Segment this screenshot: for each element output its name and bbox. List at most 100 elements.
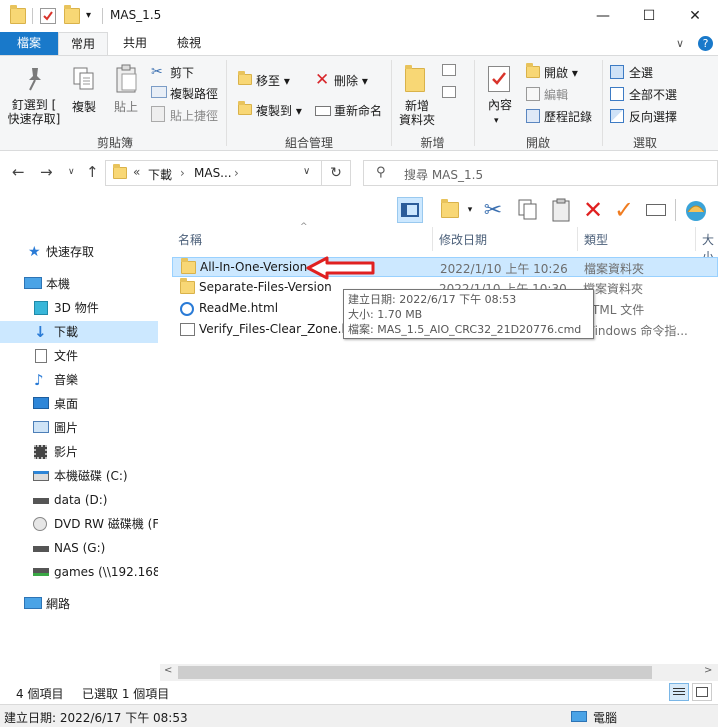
details-pane-icon[interactable] xyxy=(397,197,423,223)
nav-pictures[interactable]: 圖片 xyxy=(0,417,158,439)
picture-icon xyxy=(33,421,49,433)
cut-toolbar-icon[interactable]: ✂ xyxy=(480,197,506,223)
search-input[interactable]: 搜尋 MAS_1.5 xyxy=(404,166,483,183)
help-icon[interactable]: ? xyxy=(698,36,713,51)
nav-music[interactable]: ♪ 音樂 xyxy=(0,369,158,391)
tab-file[interactable]: 檔案 xyxy=(0,32,58,56)
large-icons-view-icon[interactable] xyxy=(692,683,712,701)
copy-toolbar-icon[interactable] xyxy=(515,197,541,223)
edit-icon xyxy=(526,87,540,101)
nav-desktop[interactable]: 桌面 xyxy=(0,393,158,415)
file-type: Windows 命令指... xyxy=(583,324,688,338)
properties-dropdown-icon[interactable]: ▾ xyxy=(494,114,499,128)
tooltip-file: 檔案: MAS_1.5_AIO_CRC32_21D20776.cmd xyxy=(348,323,582,336)
new-item-icon[interactable] xyxy=(442,64,456,76)
properties-quick-icon[interactable] xyxy=(40,8,56,24)
select-none-button[interactable]: 全部不選 xyxy=(629,86,677,103)
column-name[interactable]: 名稱 xyxy=(178,231,202,248)
tab-view[interactable]: 檢視 xyxy=(164,32,214,56)
column-date-modified[interactable]: 修改日期 xyxy=(439,231,487,248)
scrollbar-thumb[interactable] xyxy=(178,666,652,679)
pin-quick-access-button[interactable]: 釘選到 [ 快速存取] xyxy=(6,98,62,126)
move-to-icon xyxy=(238,71,252,85)
customize-toolbar-icon[interactable]: ▾ xyxy=(86,10,102,26)
rename-toolbar-icon[interactable] xyxy=(643,197,669,223)
paste-button[interactable]: 貼上 xyxy=(112,100,140,114)
breadcrumb-current[interactable]: MAS... xyxy=(194,166,232,180)
history-icon xyxy=(526,109,540,123)
move-to-button[interactable]: 移至 ▾ xyxy=(256,72,290,89)
breadcrumb-chevron-2[interactable]: › xyxy=(234,166,239,180)
nav-videos[interactable]: 影片 xyxy=(0,441,158,463)
breadcrumb-downloads[interactable]: 下載 xyxy=(148,166,172,183)
file-name: ReadMe.html xyxy=(199,301,279,315)
paste-toolbar-icon[interactable] xyxy=(548,197,574,223)
nav-quick-access[interactable]: ★ 快速存取 xyxy=(0,241,158,263)
select-all-button[interactable]: 全選 xyxy=(629,64,653,81)
rename-button[interactable]: 重新命名 xyxy=(334,102,382,119)
drive-icon xyxy=(33,498,49,504)
clipboard-group-label: 剪貼簿 xyxy=(96,136,133,150)
nav-drive-d[interactable]: data (D:) xyxy=(0,489,158,511)
folder-icon xyxy=(181,258,196,274)
checkmark-toolbar-icon[interactable]: ✓ xyxy=(611,196,637,224)
address-dropdown-icon[interactable]: ∨ xyxy=(303,166,310,177)
easy-access-icon[interactable] xyxy=(442,86,456,98)
back-button[interactable]: ← xyxy=(12,163,25,181)
cmd-file-icon xyxy=(180,323,195,336)
nav-downloads[interactable]: ↓ 下載 xyxy=(0,321,158,343)
created-date-status: 建立日期: 2022/6/17 下午 08:53 xyxy=(4,711,188,725)
file-tooltip: 建立日期: 2022/6/17 下午 08:53 大小: 1.70 MB 檔案:… xyxy=(343,289,594,339)
nav-nas-drive[interactable]: NAS (G:) xyxy=(0,537,158,559)
nav-dvd-drive[interactable]: DVD RW 磁碟機 (F: xyxy=(0,513,158,535)
nav-drive-c[interactable]: 本機磁碟 (C:) xyxy=(0,465,158,487)
nav-network[interactable]: 網路 xyxy=(0,593,158,615)
minimize-button[interactable]: — xyxy=(580,0,626,32)
file-row[interactable]: All-In-One-Version 2022/1/10 上午 10:26 檔案… xyxy=(172,257,718,277)
refresh-button[interactable]: ↻ xyxy=(322,160,351,186)
cut-button[interactable]: 剪下 xyxy=(170,64,194,81)
new-folder-quick-icon[interactable] xyxy=(64,5,80,24)
scroll-right-icon[interactable]: > xyxy=(704,665,712,676)
details-view-icon[interactable] xyxy=(669,683,689,701)
nav-this-pc[interactable]: 本機 xyxy=(0,273,158,295)
copy-to-button[interactable]: 複製到 ▾ xyxy=(256,102,302,119)
copy-path-icon xyxy=(151,86,167,98)
open-button[interactable]: 開啟 ▾ xyxy=(544,64,578,81)
tab-home[interactable]: 常用 xyxy=(58,32,108,56)
nav-games-drive[interactable]: games (\\192.168. xyxy=(0,561,158,583)
edit-button[interactable]: 編輯 xyxy=(544,86,568,103)
scroll-left-icon[interactable]: < xyxy=(164,665,172,676)
address-overflow-icon[interactable]: « xyxy=(133,165,140,179)
copy-button[interactable]: 複製 xyxy=(70,100,98,114)
tab-share[interactable]: 共用 xyxy=(112,32,158,56)
ribbon-collapse-icon[interactable]: ∨ xyxy=(676,37,684,50)
ribbon: 釘選到 [ 快速存取] 複製 貼上 ✂ 剪下 複製路徑 貼上捷徑 剪貼簿 移至 … xyxy=(0,55,718,151)
history-button[interactable]: 歷程記錄 xyxy=(544,108,592,125)
copy-icon xyxy=(72,66,96,92)
horizontal-scrollbar[interactable]: < > xyxy=(160,664,718,681)
column-type[interactable]: 類型 xyxy=(584,231,608,248)
recent-dropdown-icon[interactable]: ∨ xyxy=(68,167,75,177)
copy-path-button[interactable]: 複製路徑 xyxy=(170,85,218,102)
delete-toolbar-icon[interactable]: ✕ xyxy=(580,196,606,224)
address-bar[interactable]: « 下載 › MAS... › ∨ xyxy=(105,160,322,186)
breadcrumb-chevron[interactable]: › xyxy=(180,166,185,180)
folder-icon xyxy=(180,278,195,294)
nav-3d-objects[interactable]: 3D 物件 xyxy=(0,297,158,319)
search-box[interactable]: ⚲ 搜尋 MAS_1.5 xyxy=(363,160,718,186)
close-button[interactable]: ✕ xyxy=(672,0,718,32)
paste-shortcut-button[interactable]: 貼上捷徑 xyxy=(170,107,218,124)
maximize-button[interactable]: ☐ xyxy=(626,0,672,32)
invert-selection-button[interactable]: 反向選擇 xyxy=(629,108,677,125)
new-folder-icon xyxy=(405,65,425,92)
new-folder-button[interactable]: 新增 資料夾 xyxy=(396,99,438,127)
delete-button[interactable]: 刪除 ▾ xyxy=(334,72,368,89)
up-button[interactable]: ↑ xyxy=(86,163,99,181)
file-name: All-In-One-Version xyxy=(200,260,308,274)
network-icon xyxy=(24,597,42,609)
forward-button[interactable]: → xyxy=(40,163,53,181)
nav-documents[interactable]: 文件 xyxy=(0,345,158,367)
properties-button[interactable]: 內容 xyxy=(483,98,517,112)
shell-icon[interactable] xyxy=(683,197,709,223)
